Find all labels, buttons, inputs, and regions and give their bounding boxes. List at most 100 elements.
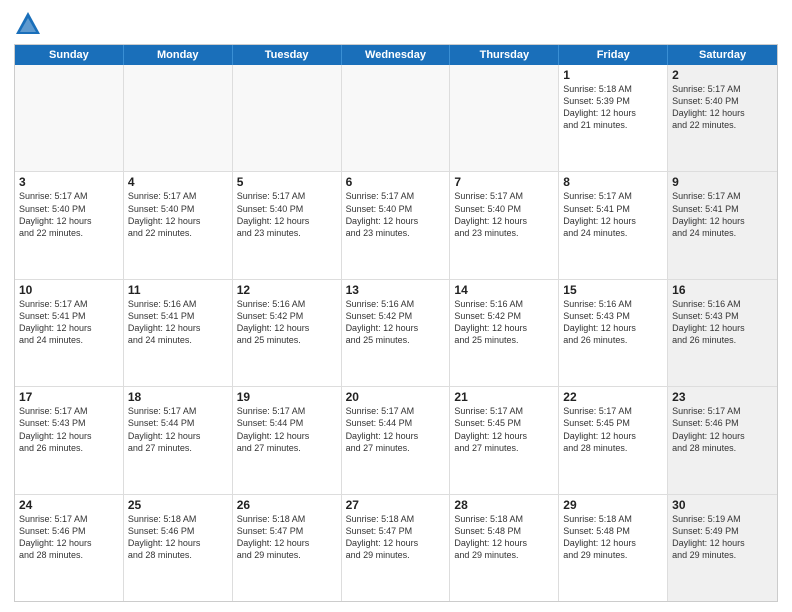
day-number: 30 bbox=[672, 498, 773, 512]
cell-info: Sunrise: 5:17 AM Sunset: 5:44 PM Dayligh… bbox=[237, 405, 337, 454]
cell-info: Sunrise: 5:18 AM Sunset: 5:48 PM Dayligh… bbox=[563, 513, 663, 562]
logo bbox=[14, 10, 48, 38]
day-number: 2 bbox=[672, 68, 773, 82]
day-number: 13 bbox=[346, 283, 446, 297]
cell-info: Sunrise: 5:17 AM Sunset: 5:45 PM Dayligh… bbox=[454, 405, 554, 454]
day-number: 22 bbox=[563, 390, 663, 404]
calendar-cell-4: 4Sunrise: 5:17 AM Sunset: 5:40 PM Daylig… bbox=[124, 172, 233, 278]
cell-info: Sunrise: 5:17 AM Sunset: 5:46 PM Dayligh… bbox=[672, 405, 773, 454]
calendar-cell-28: 28Sunrise: 5:18 AM Sunset: 5:48 PM Dayli… bbox=[450, 495, 559, 601]
calendar-cell-3: 3Sunrise: 5:17 AM Sunset: 5:40 PM Daylig… bbox=[15, 172, 124, 278]
cell-info: Sunrise: 5:16 AM Sunset: 5:43 PM Dayligh… bbox=[672, 298, 773, 347]
cell-info: Sunrise: 5:17 AM Sunset: 5:40 PM Dayligh… bbox=[128, 190, 228, 239]
cell-info: Sunrise: 5:18 AM Sunset: 5:47 PM Dayligh… bbox=[237, 513, 337, 562]
weekday-header-wednesday: Wednesday bbox=[342, 45, 451, 65]
day-number: 6 bbox=[346, 175, 446, 189]
calendar-cell-empty-0-3 bbox=[342, 65, 451, 171]
day-number: 14 bbox=[454, 283, 554, 297]
day-number: 27 bbox=[346, 498, 446, 512]
weekday-header-sunday: Sunday bbox=[15, 45, 124, 65]
calendar-row-4: 17Sunrise: 5:17 AM Sunset: 5:43 PM Dayli… bbox=[15, 387, 777, 494]
calendar-cell-12: 12Sunrise: 5:16 AM Sunset: 5:42 PM Dayli… bbox=[233, 280, 342, 386]
calendar-cell-7: 7Sunrise: 5:17 AM Sunset: 5:40 PM Daylig… bbox=[450, 172, 559, 278]
calendar-cell-9: 9Sunrise: 5:17 AM Sunset: 5:41 PM Daylig… bbox=[668, 172, 777, 278]
calendar-cell-15: 15Sunrise: 5:16 AM Sunset: 5:43 PM Dayli… bbox=[559, 280, 668, 386]
cell-info: Sunrise: 5:17 AM Sunset: 5:40 PM Dayligh… bbox=[237, 190, 337, 239]
calendar-cell-empty-0-1 bbox=[124, 65, 233, 171]
cell-info: Sunrise: 5:16 AM Sunset: 5:41 PM Dayligh… bbox=[128, 298, 228, 347]
calendar-cell-24: 24Sunrise: 5:17 AM Sunset: 5:46 PM Dayli… bbox=[15, 495, 124, 601]
calendar-row-5: 24Sunrise: 5:17 AM Sunset: 5:46 PM Dayli… bbox=[15, 495, 777, 601]
day-number: 18 bbox=[128, 390, 228, 404]
cell-info: Sunrise: 5:17 AM Sunset: 5:44 PM Dayligh… bbox=[128, 405, 228, 454]
cell-info: Sunrise: 5:19 AM Sunset: 5:49 PM Dayligh… bbox=[672, 513, 773, 562]
day-number: 21 bbox=[454, 390, 554, 404]
cell-info: Sunrise: 5:17 AM Sunset: 5:45 PM Dayligh… bbox=[563, 405, 663, 454]
calendar-cell-13: 13Sunrise: 5:16 AM Sunset: 5:42 PM Dayli… bbox=[342, 280, 451, 386]
cell-info: Sunrise: 5:18 AM Sunset: 5:46 PM Dayligh… bbox=[128, 513, 228, 562]
calendar-cell-16: 16Sunrise: 5:16 AM Sunset: 5:43 PM Dayli… bbox=[668, 280, 777, 386]
cell-info: Sunrise: 5:18 AM Sunset: 5:39 PM Dayligh… bbox=[563, 83, 663, 132]
calendar-cell-20: 20Sunrise: 5:17 AM Sunset: 5:44 PM Dayli… bbox=[342, 387, 451, 493]
cell-info: Sunrise: 5:17 AM Sunset: 5:41 PM Dayligh… bbox=[672, 190, 773, 239]
cell-info: Sunrise: 5:17 AM Sunset: 5:40 PM Dayligh… bbox=[19, 190, 119, 239]
day-number: 29 bbox=[563, 498, 663, 512]
calendar-cell-19: 19Sunrise: 5:17 AM Sunset: 5:44 PM Dayli… bbox=[233, 387, 342, 493]
day-number: 28 bbox=[454, 498, 554, 512]
weekday-header-thursday: Thursday bbox=[450, 45, 559, 65]
cell-info: Sunrise: 5:18 AM Sunset: 5:48 PM Dayligh… bbox=[454, 513, 554, 562]
logo-icon bbox=[14, 10, 42, 38]
calendar-body: 1Sunrise: 5:18 AM Sunset: 5:39 PM Daylig… bbox=[15, 65, 777, 601]
day-number: 10 bbox=[19, 283, 119, 297]
calendar-cell-empty-0-2 bbox=[233, 65, 342, 171]
cell-info: Sunrise: 5:17 AM Sunset: 5:40 PM Dayligh… bbox=[672, 83, 773, 132]
day-number: 19 bbox=[237, 390, 337, 404]
day-number: 12 bbox=[237, 283, 337, 297]
calendar-cell-empty-0-4 bbox=[450, 65, 559, 171]
calendar-cell-5: 5Sunrise: 5:17 AM Sunset: 5:40 PM Daylig… bbox=[233, 172, 342, 278]
cell-info: Sunrise: 5:17 AM Sunset: 5:44 PM Dayligh… bbox=[346, 405, 446, 454]
calendar-header: SundayMondayTuesdayWednesdayThursdayFrid… bbox=[15, 45, 777, 65]
calendar-cell-25: 25Sunrise: 5:18 AM Sunset: 5:46 PM Dayli… bbox=[124, 495, 233, 601]
weekday-header-monday: Monday bbox=[124, 45, 233, 65]
calendar-cell-27: 27Sunrise: 5:18 AM Sunset: 5:47 PM Dayli… bbox=[342, 495, 451, 601]
calendar-cell-26: 26Sunrise: 5:18 AM Sunset: 5:47 PM Dayli… bbox=[233, 495, 342, 601]
day-number: 4 bbox=[128, 175, 228, 189]
calendar-cell-empty-0-0 bbox=[15, 65, 124, 171]
day-number: 1 bbox=[563, 68, 663, 82]
cell-info: Sunrise: 5:17 AM Sunset: 5:43 PM Dayligh… bbox=[19, 405, 119, 454]
day-number: 5 bbox=[237, 175, 337, 189]
weekday-header-tuesday: Tuesday bbox=[233, 45, 342, 65]
calendar-cell-2: 2Sunrise: 5:17 AM Sunset: 5:40 PM Daylig… bbox=[668, 65, 777, 171]
calendar-row-1: 1Sunrise: 5:18 AM Sunset: 5:39 PM Daylig… bbox=[15, 65, 777, 172]
weekday-header-friday: Friday bbox=[559, 45, 668, 65]
day-number: 20 bbox=[346, 390, 446, 404]
calendar-cell-1: 1Sunrise: 5:18 AM Sunset: 5:39 PM Daylig… bbox=[559, 65, 668, 171]
calendar-cell-14: 14Sunrise: 5:16 AM Sunset: 5:42 PM Dayli… bbox=[450, 280, 559, 386]
calendar: SundayMondayTuesdayWednesdayThursdayFrid… bbox=[14, 44, 778, 602]
day-number: 15 bbox=[563, 283, 663, 297]
day-number: 16 bbox=[672, 283, 773, 297]
cell-info: Sunrise: 5:16 AM Sunset: 5:42 PM Dayligh… bbox=[454, 298, 554, 347]
calendar-row-2: 3Sunrise: 5:17 AM Sunset: 5:40 PM Daylig… bbox=[15, 172, 777, 279]
day-number: 25 bbox=[128, 498, 228, 512]
calendar-cell-18: 18Sunrise: 5:17 AM Sunset: 5:44 PM Dayli… bbox=[124, 387, 233, 493]
day-number: 24 bbox=[19, 498, 119, 512]
header bbox=[14, 10, 778, 38]
calendar-cell-22: 22Sunrise: 5:17 AM Sunset: 5:45 PM Dayli… bbox=[559, 387, 668, 493]
calendar-cell-8: 8Sunrise: 5:17 AM Sunset: 5:41 PM Daylig… bbox=[559, 172, 668, 278]
cell-info: Sunrise: 5:17 AM Sunset: 5:41 PM Dayligh… bbox=[563, 190, 663, 239]
cell-info: Sunrise: 5:17 AM Sunset: 5:40 PM Dayligh… bbox=[346, 190, 446, 239]
cell-info: Sunrise: 5:16 AM Sunset: 5:42 PM Dayligh… bbox=[237, 298, 337, 347]
day-number: 26 bbox=[237, 498, 337, 512]
calendar-cell-23: 23Sunrise: 5:17 AM Sunset: 5:46 PM Dayli… bbox=[668, 387, 777, 493]
cell-info: Sunrise: 5:16 AM Sunset: 5:42 PM Dayligh… bbox=[346, 298, 446, 347]
day-number: 17 bbox=[19, 390, 119, 404]
calendar-cell-11: 11Sunrise: 5:16 AM Sunset: 5:41 PM Dayli… bbox=[124, 280, 233, 386]
day-number: 23 bbox=[672, 390, 773, 404]
calendar-cell-21: 21Sunrise: 5:17 AM Sunset: 5:45 PM Dayli… bbox=[450, 387, 559, 493]
calendar-cell-10: 10Sunrise: 5:17 AM Sunset: 5:41 PM Dayli… bbox=[15, 280, 124, 386]
cell-info: Sunrise: 5:16 AM Sunset: 5:43 PM Dayligh… bbox=[563, 298, 663, 347]
cell-info: Sunrise: 5:18 AM Sunset: 5:47 PM Dayligh… bbox=[346, 513, 446, 562]
calendar-row-3: 10Sunrise: 5:17 AM Sunset: 5:41 PM Dayli… bbox=[15, 280, 777, 387]
